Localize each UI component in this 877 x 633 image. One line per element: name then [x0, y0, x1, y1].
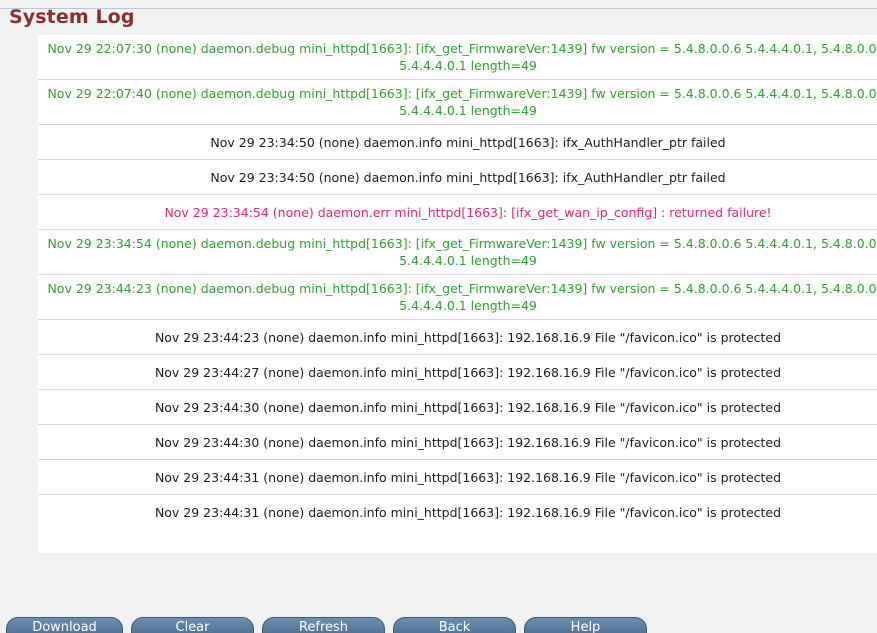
log-entry-text: Nov 29 23:34:50 (none) daemon.info mini_…	[210, 134, 726, 150]
help-button[interactable]: Help	[524, 617, 647, 633]
log-entry: Nov 29 22:07:30 (none) daemon.debug mini…	[38, 35, 877, 80]
system-log-page: System Log Nov 29 22:07:30 (none) daemon…	[0, 0, 877, 633]
log-entry-text: Nov 29 23:44:27 (none) daemon.info mini_…	[154, 364, 782, 380]
page-title: System Log	[9, 6, 135, 28]
log-entry-text: Nov 29 23:34:50 (none) daemon.info mini_…	[210, 169, 726, 185]
log-entry: Nov 29 22:07:40 (none) daemon.debug mini…	[38, 80, 877, 125]
log-panel: Nov 29 22:07:30 (none) daemon.debug mini…	[38, 35, 877, 553]
log-entry: Nov 29 23:34:54 (none) daemon.debug mini…	[38, 230, 877, 275]
log-entry: Nov 29 23:44:31 (none) daemon.info mini_…	[38, 460, 877, 495]
log-entry-text: Nov 29 23:34:54 (none) daemon.debug mini…	[47, 236, 877, 268]
log-entry-text: Nov 29 22:07:40 (none) daemon.debug mini…	[47, 86, 877, 118]
action-buttons: Download Clear Refresh Back Help	[6, 617, 647, 633]
download-button[interactable]: Download	[6, 617, 123, 633]
log-entry: Nov 29 23:44:23 (none) daemon.info mini_…	[38, 320, 877, 355]
log-entry-text: Nov 29 23:44:31 (none) daemon.info mini_…	[154, 469, 782, 485]
log-entry-text: Nov 29 23:44:23 (none) daemon.info mini_…	[154, 329, 782, 345]
log-entry: Nov 29 23:34:54 (none) daemon.err mini_h…	[38, 195, 877, 230]
log-entry: Nov 29 23:44:30 (none) daemon.info mini_…	[38, 390, 877, 425]
log-entry: Nov 29 23:34:50 (none) daemon.info mini_…	[38, 160, 877, 195]
log-entry-text: Nov 29 23:44:30 (none) daemon.info mini_…	[154, 399, 782, 415]
back-button[interactable]: Back	[393, 617, 516, 633]
log-entry-text: Nov 29 22:07:30 (none) daemon.debug mini…	[47, 41, 877, 73]
clear-button[interactable]: Clear	[131, 617, 254, 633]
log-entry-text: Nov 29 23:34:54 (none) daemon.err mini_h…	[164, 204, 772, 220]
log-entry-text: Nov 29 23:44:31 (none) daemon.info mini_…	[154, 505, 782, 520]
log-entry: Nov 29 23:44:23 (none) daemon.debug mini…	[38, 275, 877, 320]
refresh-button[interactable]: Refresh	[262, 617, 385, 633]
log-entry-text: Nov 29 23:44:30 (none) daemon.info mini_…	[154, 434, 782, 450]
log-entry: Nov 29 23:44:30 (none) daemon.info mini_…	[38, 425, 877, 460]
log-entry: Nov 29 23:34:50 (none) daemon.info mini_…	[38, 125, 877, 160]
log-entry: Nov 29 23:44:31 (none) daemon.info mini_…	[38, 495, 877, 530]
log-entry: Nov 29 23:44:27 (none) daemon.info mini_…	[38, 355, 877, 390]
log-entry-text: Nov 29 23:44:23 (none) daemon.debug mini…	[47, 281, 877, 313]
